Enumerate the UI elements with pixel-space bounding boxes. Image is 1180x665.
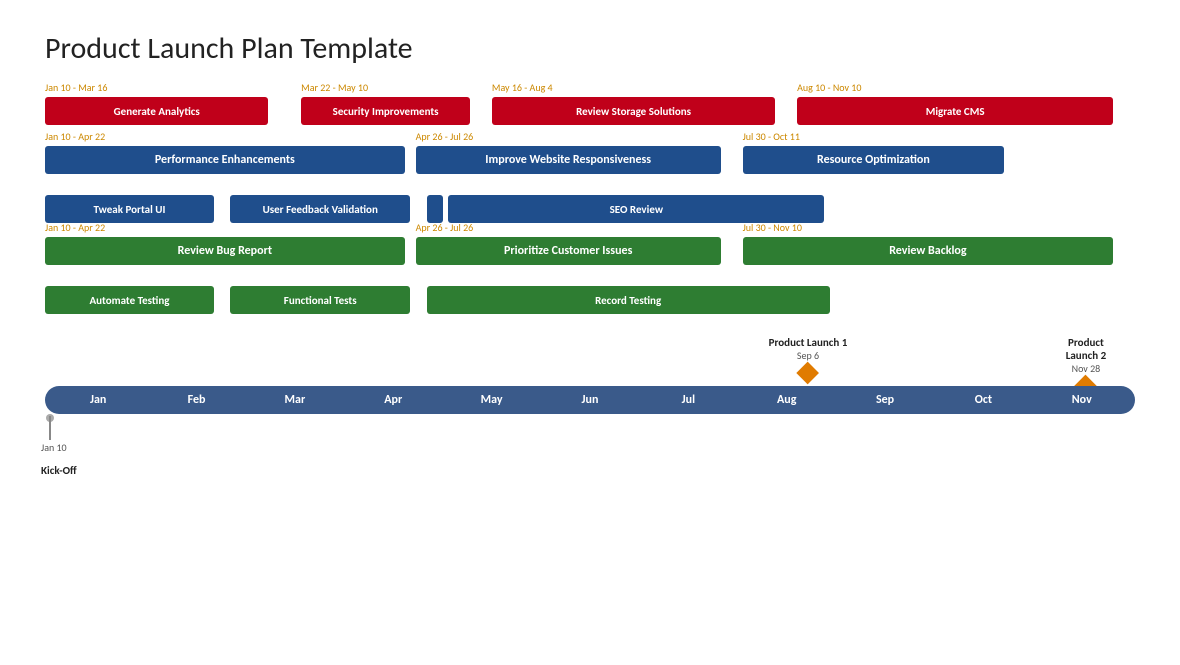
bar-automate-testing: Automate Testing xyxy=(45,286,214,314)
date-label-storage: May 16 - Aug 4 xyxy=(492,81,553,94)
date-label-migrate: Aug 10 - Nov 10 xyxy=(797,81,861,94)
bar-functional-tests: Functional Tests xyxy=(230,286,410,314)
kickoff-section: Jan 10 Kick-Off xyxy=(45,416,1135,446)
bar-generate-analytics: Generate Analytics xyxy=(45,97,268,125)
row-group-blue1: Jan 10 - Apr 22 Performance Enhancements… xyxy=(45,144,1135,188)
bar-row-blue1: Jan 10 - Apr 22 Performance Enhancements… xyxy=(45,144,1135,188)
gantt-area: Jan 10 - Mar 16 Generate Analytics Mar 2… xyxy=(45,95,1135,446)
row-group-red: Jan 10 - Mar 16 Generate Analytics Mar 2… xyxy=(45,95,1135,139)
bar-prioritize-customer: Prioritize Customer Issues xyxy=(416,237,721,265)
date-label-generate: Jan 10 - Mar 16 xyxy=(45,81,107,94)
milestone-launch1: Product Launch 1 Sep 6 xyxy=(769,336,848,381)
date-label-resource: Jul 30 - Oct 11 xyxy=(743,130,800,143)
month-feb: Feb xyxy=(147,393,245,407)
bar-user-feedback: User Feedback Validation xyxy=(230,195,410,223)
month-jul: Jul xyxy=(639,393,737,407)
date-label-backlog: Jul 30 - Nov 10 xyxy=(743,221,802,234)
kickoff-date: Jan 10 xyxy=(41,441,67,454)
bar-performance: Performance Enhancements xyxy=(45,146,405,174)
bar-row-green1: Jan 10 - Apr 22 Review Bug Report Apr 26… xyxy=(45,235,1135,279)
month-aug: Aug xyxy=(738,393,836,407)
bar-review-bug: Review Bug Report xyxy=(45,237,405,265)
bar-tweak-portal: Tweak Portal UI xyxy=(45,195,214,223)
month-oct: Oct xyxy=(934,393,1032,407)
row-group-green1: Jan 10 - Apr 22 Review Bug Report Apr 26… xyxy=(45,235,1135,279)
page-container: Product Launch Plan Template Jan 10 - Ma… xyxy=(0,0,1180,665)
bar-migrate-cms: Migrate CMS xyxy=(797,97,1113,125)
bar-seo-prefix xyxy=(427,195,443,223)
date-label-bug: Jan 10 - Apr 22 xyxy=(45,221,105,234)
bar-row-green2: Automate Testing Functional Tests Record… xyxy=(45,284,1135,318)
milestone-diamond-1 xyxy=(797,362,820,385)
bar-row-red: Jan 10 - Mar 16 Generate Analytics Mar 2… xyxy=(45,95,1135,139)
milestone-labels: Product Launch 1 Sep 6 Product Launch 2 … xyxy=(45,336,1135,386)
date-label-security: Mar 22 - May 10 xyxy=(301,81,368,94)
bar-record-testing: Record Testing xyxy=(427,286,830,314)
month-labels: Jan Feb Mar Apr May Jun Jul Aug Sep Oct … xyxy=(45,393,1135,407)
month-jun: Jun xyxy=(541,393,639,407)
month-may: May xyxy=(442,393,540,407)
date-label-website: Apr 26 - Jul 26 xyxy=(416,130,474,143)
month-jan: Jan xyxy=(49,393,147,407)
month-mar: Mar xyxy=(246,393,344,407)
month-nov: Nov xyxy=(1033,393,1131,407)
kickoff-label: Kick-Off xyxy=(41,464,77,477)
kickoff-line xyxy=(49,416,51,440)
month-apr: Apr xyxy=(344,393,442,407)
bar-website-responsiveness: Improve Website Responsiveness xyxy=(416,146,721,174)
page-title: Product Launch Plan Template xyxy=(45,30,1135,67)
timeline-section: Product Launch 1 Sep 6 Product Launch 2 … xyxy=(45,336,1135,446)
timeline-bar: Jan Feb Mar Apr May Jun Jul Aug Sep Oct … xyxy=(45,386,1135,414)
bar-resource-optimization: Resource Optimization xyxy=(743,146,1005,174)
date-label-customer: Apr 26 - Jul 26 xyxy=(416,221,474,234)
month-sep: Sep xyxy=(836,393,934,407)
bar-security-improvements: Security Improvements xyxy=(301,97,470,125)
row-group-blue2: Tweak Portal UI User Feedback Validation… xyxy=(45,193,1135,227)
bar-review-backlog: Review Backlog xyxy=(743,237,1114,265)
date-label-perf: Jan 10 - Apr 22 xyxy=(45,130,105,143)
bar-seo-review: SEO Review xyxy=(448,195,824,223)
row-group-green2: Automate Testing Functional Tests Record… xyxy=(45,284,1135,318)
bar-review-storage: Review Storage Solutions xyxy=(492,97,775,125)
bar-row-blue2: Tweak Portal UI User Feedback Validation… xyxy=(45,193,1135,227)
